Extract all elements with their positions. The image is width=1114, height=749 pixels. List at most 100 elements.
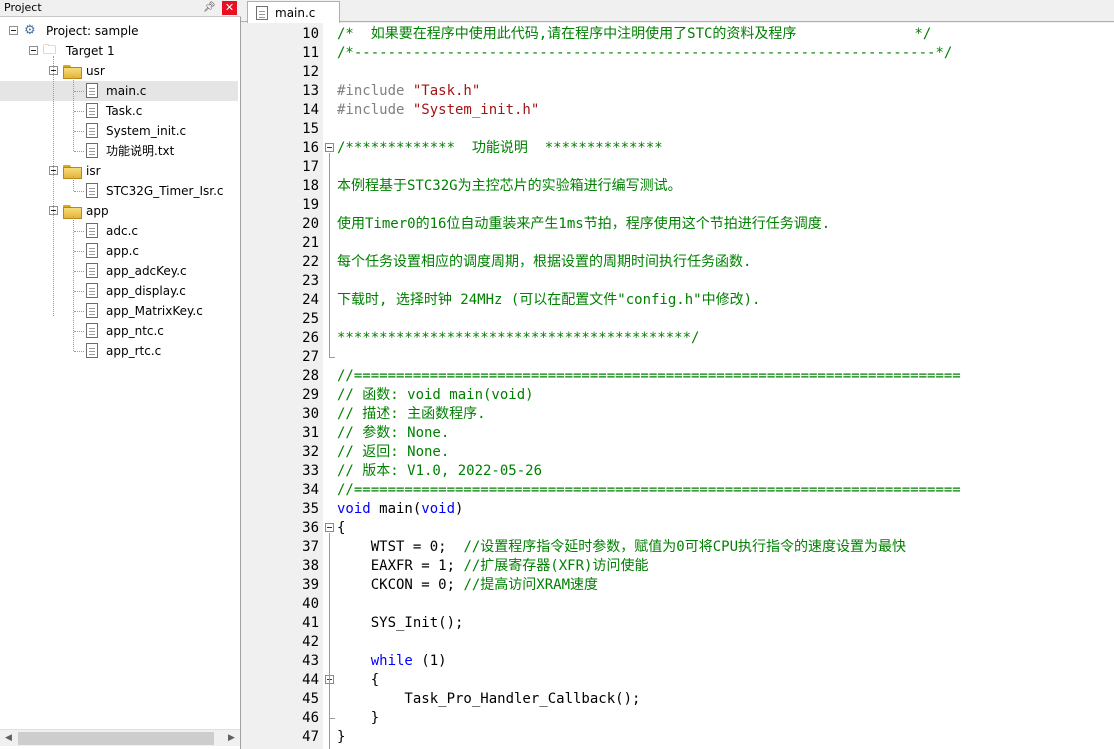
code-line[interactable]: 23 xyxy=(247,272,1114,291)
line-number: 45 xyxy=(302,691,319,707)
tab-main-c[interactable]: main.c xyxy=(247,1,340,23)
code-line[interactable]: 47} xyxy=(247,728,1114,747)
code-line[interactable]: 32 // 返回: None. xyxy=(247,443,1114,462)
code-line[interactable]: 25 xyxy=(247,310,1114,329)
code-line[interactable]: 45 Task_Pro_Handler_Callback(); xyxy=(247,690,1114,709)
collapse-toggle-icon[interactable] xyxy=(29,46,38,55)
close-icon[interactable]: ✕ xyxy=(222,1,237,15)
scroll-right-arrow-icon[interactable]: ▶ xyxy=(223,730,240,747)
code-line[interactable]: 43 while (1) xyxy=(247,652,1114,671)
code-line[interactable]: 46 } xyxy=(247,709,1114,728)
code-token: { xyxy=(337,672,380,688)
code-line[interactable]: 30 // 描述: 主函数程序. xyxy=(247,405,1114,424)
code-line[interactable]: 34 //====================================… xyxy=(247,481,1114,500)
code-line[interactable]: 17 xyxy=(247,158,1114,177)
code-line[interactable]: 24 下载时, 选择时钟 24MHz (可以在配置文件"config.h"中修改)… xyxy=(247,291,1114,310)
project-tree[interactable]: ⚙ Project: sample 🗀 Target 1 usr main.c Task.c… xyxy=(0,17,240,729)
code-line[interactable]: 18 本例程基于STC32G为主控芯片的实验箱进行编写测试。 xyxy=(247,177,1114,196)
code-line[interactable]: 10 /* 如果要在程序中使用此代码,请在程序中注明使用了STC的资料及程序 */ xyxy=(247,25,1114,44)
code-line[interactable]: 39 CKCON = 0; //提高访问XRAM速度 xyxy=(247,576,1114,595)
code-text: Task_Pro_Handler_Callback(); xyxy=(337,690,640,709)
fold-toggle-icon[interactable] xyxy=(325,143,334,152)
line-number: 28 xyxy=(302,368,319,384)
c-file-icon xyxy=(86,223,98,238)
tree-file[interactable]: app_MatrixKey.c xyxy=(0,301,238,321)
fold-toggle-icon[interactable] xyxy=(325,523,334,532)
code-token: Task_Pro_Handler_Callback(); xyxy=(337,691,641,707)
code-line[interactable]: 11 /*------------------------------------… xyxy=(247,44,1114,63)
code-line[interactable]: 15 xyxy=(247,120,1114,139)
project-panel: Project 📌︎ ✕ ⚙ Project: sample 🗀 Target 1 us… xyxy=(0,0,241,749)
code-token: while xyxy=(370,653,413,669)
code-line[interactable]: 41 SYS_Init(); xyxy=(247,614,1114,633)
code-editor[interactable]: 10 /* 如果要在程序中使用此代码,请在程序中注明使用了STC的资料及程序 */… xyxy=(247,23,1114,749)
tree-group-isr[interactable]: isr xyxy=(0,161,238,181)
code-line[interactable]: 36 { xyxy=(247,519,1114,538)
code-line[interactable]: 19 xyxy=(247,196,1114,215)
tree-item-project[interactable]: ⚙ Project: sample xyxy=(0,21,238,41)
code-line[interactable]: 16 /************* 功能说明 ************** xyxy=(247,139,1114,158)
tree-file[interactable]: app_display.c xyxy=(0,281,238,301)
group-label: app xyxy=(86,204,109,218)
code-line[interactable]: 28 //====================================… xyxy=(247,367,1114,386)
code-text: WTST = 0; //设置程序指令延时参数，赋值为0可将CPU执行指令的速度设… xyxy=(337,538,906,557)
tree-connector xyxy=(74,311,84,312)
line-number: 15 xyxy=(302,121,319,137)
code-line[interactable]: 20 使用Timer0的16位自动重装来产生1ms节拍，程序使用这个节拍进行任务调… xyxy=(247,215,1114,234)
code-line[interactable]: 31 // 参数: None. xyxy=(247,424,1114,443)
code-line[interactable]: 33 // 版本: V1.0, 2022-05-26 xyxy=(247,462,1114,481)
tree-file[interactable]: 功能说明.txt xyxy=(0,141,238,161)
code-token: /************* 功能说明 ************** xyxy=(337,140,663,156)
code-token: #include xyxy=(337,102,413,118)
tree-file[interactable]: System_init.c xyxy=(0,121,238,141)
tree-group-usr[interactable]: usr xyxy=(0,61,238,81)
folder-icon xyxy=(63,165,82,179)
code-line[interactable]: 42 xyxy=(247,633,1114,652)
tree-item-target[interactable]: 🗀 Target 1 xyxy=(0,41,238,61)
collapse-toggle-icon[interactable] xyxy=(9,26,18,35)
line-number: 29 xyxy=(302,387,319,403)
scroll-left-arrow-icon[interactable]: ◀ xyxy=(0,730,17,747)
code-text: #include "Task.h" xyxy=(337,82,480,101)
editor-tab-bar: main.c xyxy=(241,0,1114,23)
pin-icon[interactable]: 📌︎ xyxy=(203,2,216,14)
code-line[interactable]: 21 xyxy=(247,234,1114,253)
code-token: #include xyxy=(337,83,413,99)
scrollbar-thumb[interactable] xyxy=(18,732,214,745)
code-line[interactable]: 35 void main(void) xyxy=(247,500,1114,519)
tree-file[interactable]: app_ntc.c xyxy=(0,321,238,341)
tree-file[interactable]: app_adcKey.c xyxy=(0,261,238,281)
horizontal-scrollbar[interactable]: ◀ ▶ xyxy=(0,729,240,746)
tree-connector xyxy=(74,111,84,112)
code-line[interactable]: 44 { xyxy=(247,671,1114,690)
code-line[interactable]: 22 每个任务设置相应的调度周期，根据设置的周期时间执行任务函数. xyxy=(247,253,1114,272)
code-token: //======================================… xyxy=(337,482,961,498)
tree-file[interactable]: adc.c xyxy=(0,221,238,241)
c-file-icon xyxy=(86,83,98,98)
code-line[interactable]: 37 WTST = 0; //设置程序指令延时参数，赋值为0可将CPU执行指令的… xyxy=(247,538,1114,557)
code-text: { xyxy=(337,519,345,538)
code-line[interactable]: 27 xyxy=(247,348,1114,367)
code-line[interactable]: 29 // 函数: void main(void) xyxy=(247,386,1114,405)
code-line[interactable]: 12 xyxy=(247,63,1114,82)
code-line[interactable]: 38 EAXFR = 1; //扩展寄存器(XFR)访问使能 xyxy=(247,557,1114,576)
tree-file[interactable]: Task.c xyxy=(0,101,238,121)
tree-group-app[interactable]: app xyxy=(0,201,238,221)
code-token: // 参数: None. xyxy=(337,425,450,441)
code-line[interactable]: 14 #include "System_init.h" xyxy=(247,101,1114,120)
tree-file[interactable]: app.c xyxy=(0,241,238,261)
line-number: 46 xyxy=(302,710,319,726)
code-text: // 函数: void main(void) xyxy=(337,386,534,405)
code-line[interactable]: 40 xyxy=(247,595,1114,614)
code-line[interactable]: 26 **************************************… xyxy=(247,329,1114,348)
line-number: 24 xyxy=(302,292,319,308)
tree-guide-line xyxy=(73,76,74,151)
tree-file[interactable]: STC32G_Timer_Isr.c xyxy=(0,181,238,201)
fold-guide-line xyxy=(329,533,330,749)
code-line[interactable]: 13 #include "Task.h" xyxy=(247,82,1114,101)
line-number: 17 xyxy=(302,159,319,175)
tree-connector xyxy=(74,191,84,192)
tree-file[interactable]: app_rtc.c xyxy=(0,341,238,361)
line-number: 47 xyxy=(302,729,319,745)
tree-file[interactable]: main.c xyxy=(0,81,238,101)
